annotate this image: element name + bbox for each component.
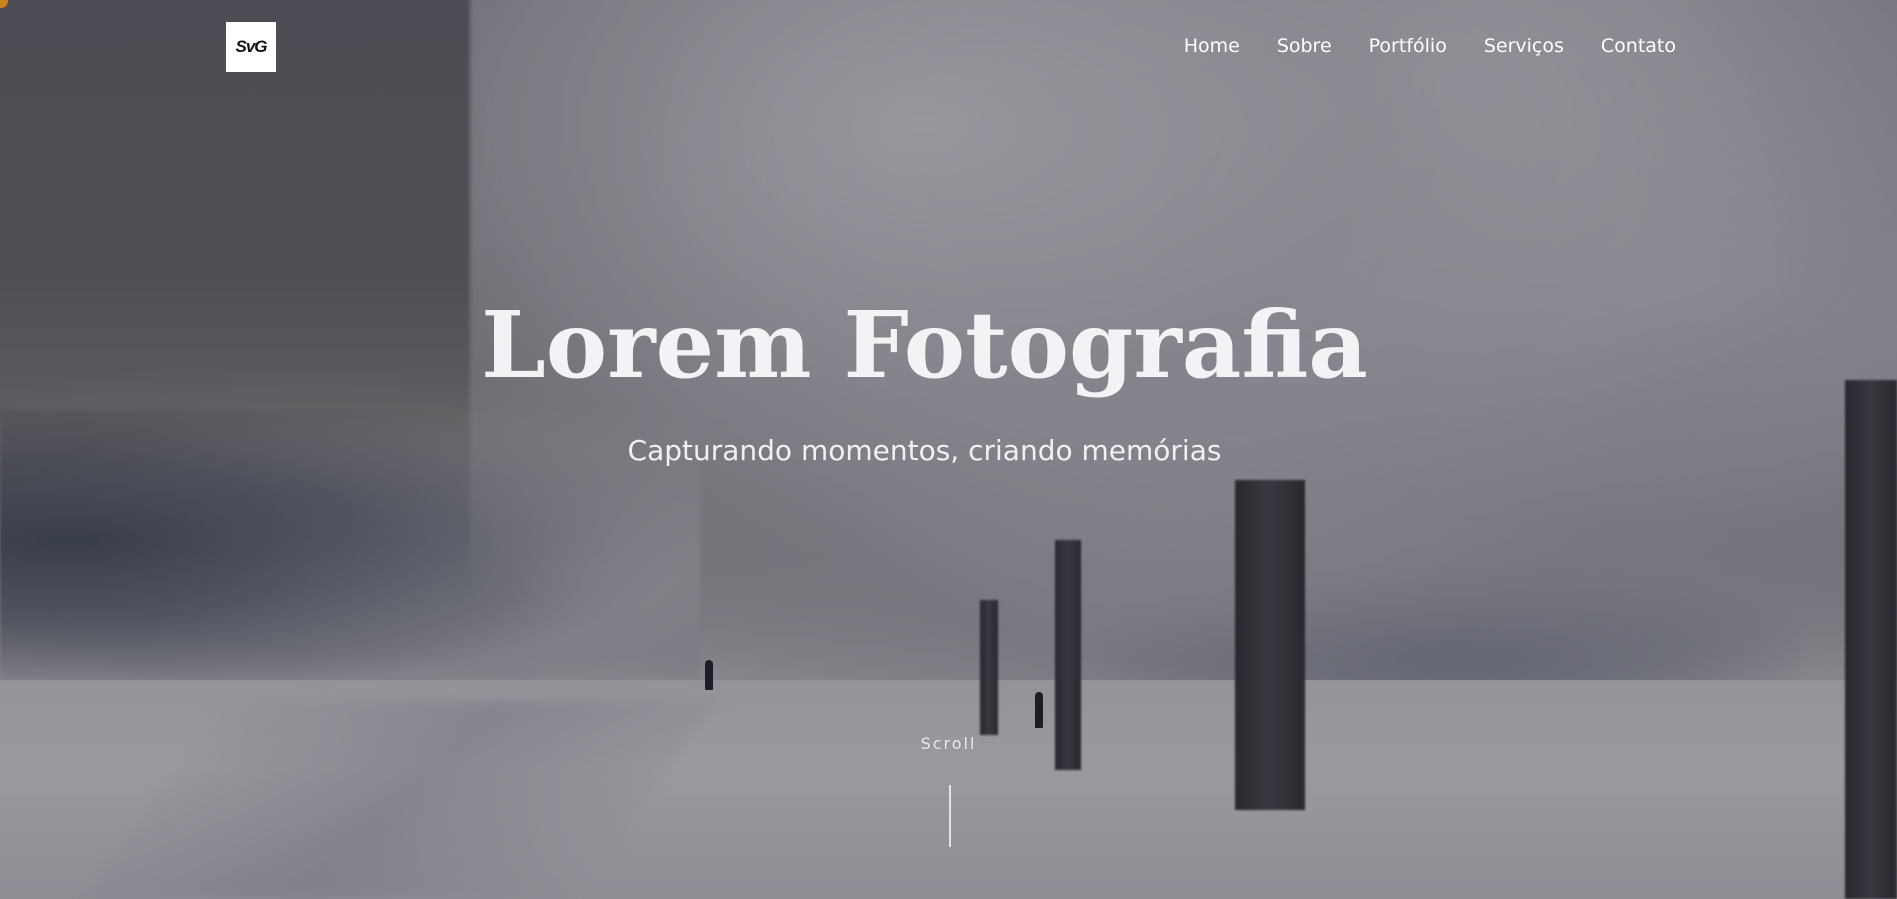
hero-section: SvG Home Sobre Portfólio Serviços Contat… — [0, 0, 1897, 899]
hero-subtitle: Capturando momentos, criando memórias — [627, 434, 1222, 467]
main-nav: Home Sobre Portfólio Serviços Contato — [1184, 34, 1676, 58]
scroll-label[interactable]: Scroll — [0, 734, 1897, 753]
logo[interactable]: SvG — [226, 22, 276, 72]
scroll-indicator-line — [949, 785, 951, 847]
hero-title: Lorem Fotografia — [481, 291, 1368, 399]
nav-item-sobre[interactable]: Sobre — [1277, 34, 1332, 58]
nav-item-portfolio[interactable]: Portfólio — [1369, 34, 1447, 58]
logo-text: SvG — [235, 37, 267, 56]
nav-item-contato[interactable]: Contato — [1601, 34, 1676, 58]
nav-item-home[interactable]: Home — [1184, 34, 1240, 58]
nav-item-servicos[interactable]: Serviços — [1484, 34, 1564, 58]
